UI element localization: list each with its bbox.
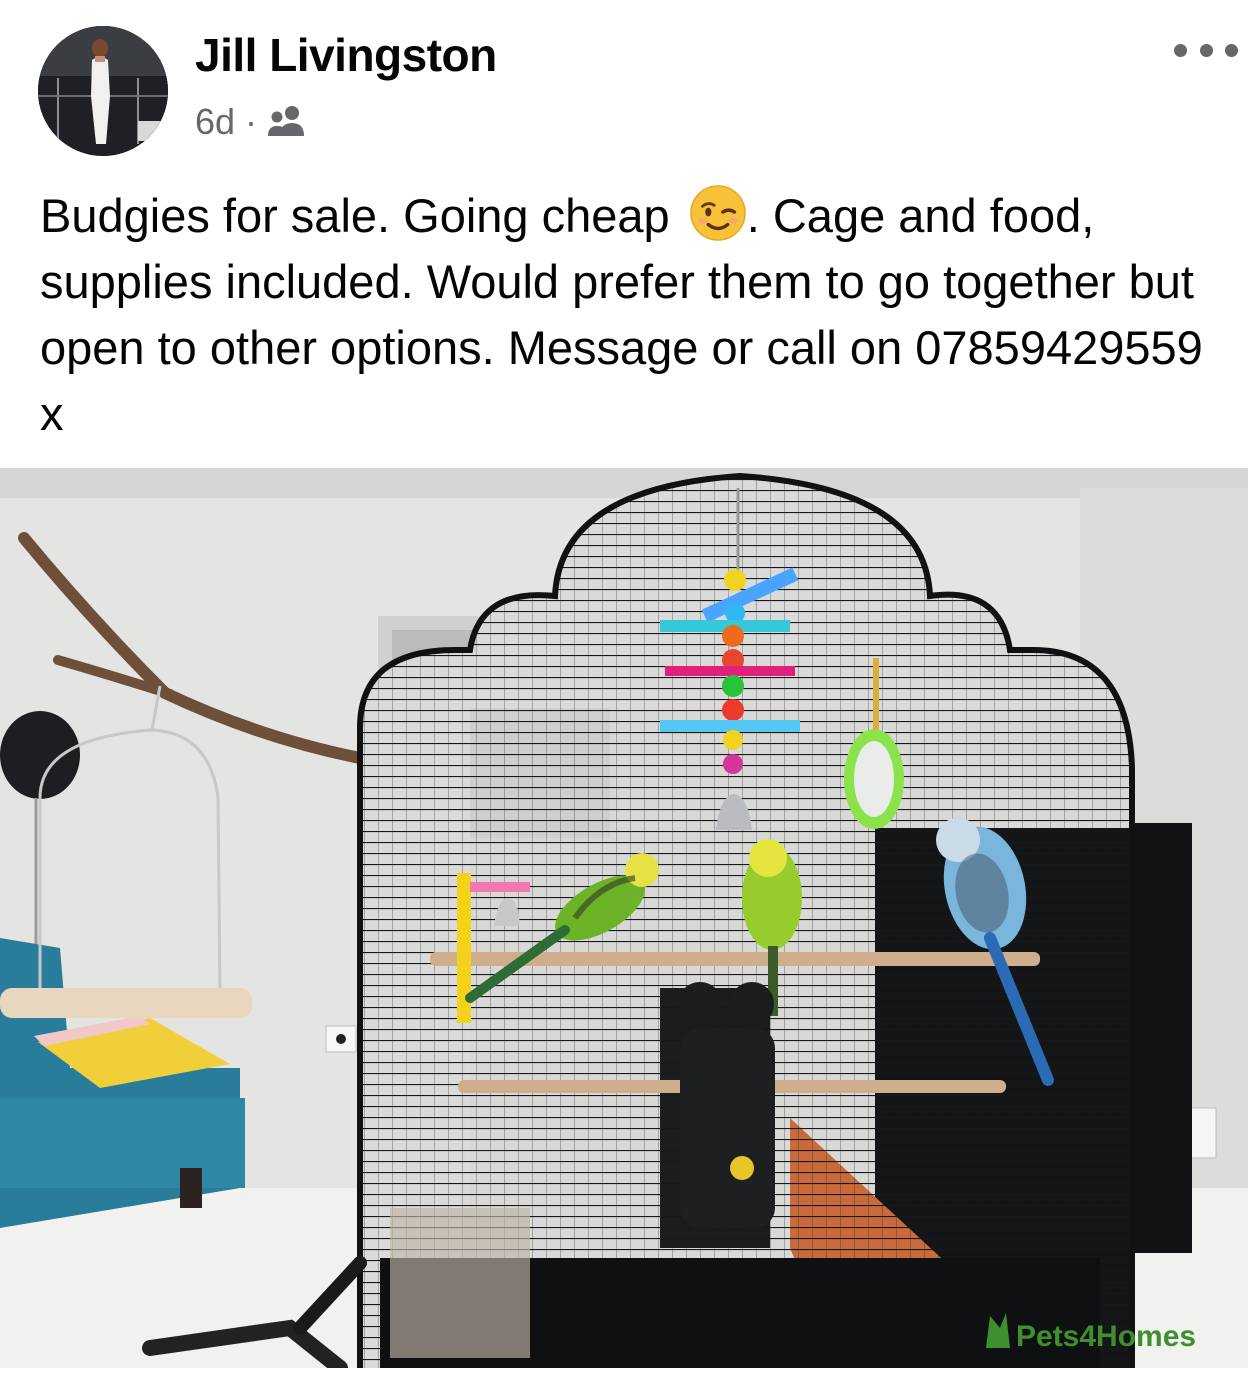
avatar-photo [38, 26, 168, 156]
post-photo[interactable]: Pets4Homes [0, 468, 1248, 1368]
more-options-icon-dot [1225, 43, 1238, 57]
winking-face-emoji-icon [689, 185, 746, 241]
watermark-text: Pets4Homes [1016, 1320, 1196, 1353]
friends-icon [268, 106, 305, 136]
more-options-icon-dot [1199, 43, 1213, 57]
meta-separator: · [245, 101, 258, 142]
more-options-button[interactable] [1174, 38, 1238, 62]
post-text-part1: Budgies for sale. Going cheap [40, 189, 683, 242]
post-timestamp[interactable]: 6d [195, 101, 235, 143]
author-name[interactable]: Jill Livingston [195, 28, 497, 82]
post-meta: 6d · [195, 100, 307, 144]
post-text: Budgies for sale. Going cheap . Cage and… [40, 183, 1235, 447]
post-header: Jill Livingston 6d · [0, 0, 1248, 170]
more-options-icon [1174, 43, 1187, 57]
post-divider [0, 1368, 1248, 1380]
author-avatar[interactable] [38, 26, 168, 156]
budgie-cage-photo: Pets4Homes [0, 468, 1248, 1368]
